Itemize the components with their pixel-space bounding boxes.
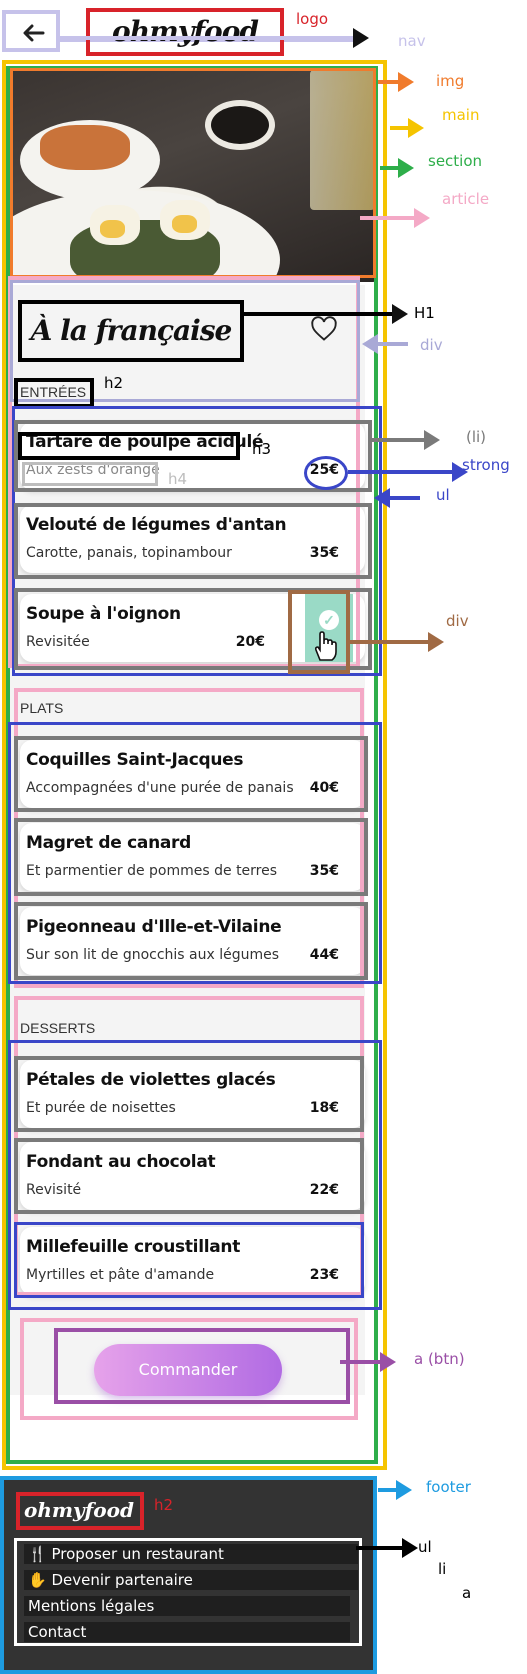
label-div-top: div <box>420 336 443 354</box>
dish-name: Tartare de poulpe acidulé <box>26 432 264 452</box>
dish-card[interactable]: Pigeonneau d'Ille-et-Vilaine Sur son lit… <box>20 907 365 975</box>
section-heading-plats: PLATS <box>20 700 64 716</box>
label-div-check: div <box>446 612 469 630</box>
section-heading-desserts: DESSERTS <box>20 1020 96 1036</box>
section-arrow <box>380 158 414 178</box>
back-button[interactable] <box>12 14 56 52</box>
menu-title: À la française <box>30 314 233 347</box>
label-ul: ul <box>436 486 450 504</box>
order-button[interactable]: Commander <box>94 1344 282 1396</box>
label-li: (li) <box>466 428 487 446</box>
footer-link-label: Proposer un restaurant <box>51 1545 224 1563</box>
dish-description: Et parmentier de pommes de terres <box>26 863 278 879</box>
arrow-left-icon <box>23 24 45 42</box>
label-article: article <box>442 190 490 208</box>
footer-link-contact[interactable]: Contact <box>24 1622 350 1642</box>
dish-card[interactable]: Coquilles Saint-Jacques Accompagnées d'u… <box>20 740 365 808</box>
dish-card[interactable]: Magret de canard Et parmentier de pommes… <box>20 823 365 891</box>
dish-name: Soupe à l'oignon <box>26 604 181 624</box>
h1-arrow <box>244 304 408 324</box>
main-arrow <box>390 118 424 138</box>
footer-arrow <box>378 1480 412 1500</box>
label-strong: strong <box>462 456 510 474</box>
label-section: section <box>428 152 483 170</box>
div-arrow <box>362 334 408 354</box>
hero-image <box>10 70 375 282</box>
label-h2: h2 <box>104 374 124 392</box>
heart-icon[interactable] <box>310 315 338 343</box>
dish-price: 22€ <box>309 1182 339 1198</box>
dish-price: 35€ <box>309 545 339 561</box>
label-footer: footer <box>426 1478 471 1496</box>
dish-card[interactable]: Velouté de légumes d'antan Carotte, pana… <box>20 505 365 573</box>
section-heading-entrees: ENTRÉES <box>20 384 87 400</box>
check-icon: ✓ <box>319 610 339 630</box>
dish-price: 25€ <box>309 462 339 478</box>
label-a-btn: a (btn) <box>414 1350 465 1368</box>
dish-description: Myrtilles et pâte d'amande <box>26 1267 215 1283</box>
dish-card[interactable]: Millefeuille croustillant Myrtilles et p… <box>20 1227 365 1295</box>
dish-description: Revisitée <box>26 634 90 650</box>
header-logo[interactable]: ohmyfood <box>90 12 280 52</box>
handshake-icon: ✋ <box>28 1571 52 1589</box>
utensils-icon: 🍴 <box>28 1545 52 1563</box>
dish-description: Carotte, panais, topinambour <box>26 545 232 561</box>
footer-ul-arrow <box>356 1538 418 1558</box>
strong-arrow <box>348 462 468 482</box>
dish-name: Magret de canard <box>26 833 192 853</box>
footer-link-label: Contact <box>28 1623 87 1641</box>
dish-price: 23€ <box>309 1267 339 1283</box>
dish-name: Coquilles Saint-Jacques <box>26 750 244 770</box>
dish-name: Millefeuille croustillant <box>26 1237 241 1257</box>
dish-card[interactable]: Pétales de violettes glacés Et purée de … <box>20 1060 365 1128</box>
label-footer-ul: ul <box>418 1538 432 1556</box>
label-logo: logo <box>296 10 329 28</box>
ul-arrow <box>374 488 420 508</box>
footer-link-label: Devenir partenaire <box>51 1571 193 1589</box>
dish-description: Et purée de noisettes <box>26 1100 176 1116</box>
dish-price: 18€ <box>309 1100 339 1116</box>
dish-name: Velouté de légumes d'antan <box>26 515 287 535</box>
dish-description: Revisité <box>26 1182 82 1198</box>
footer-link-legal[interactable]: Mentions légales <box>24 1596 350 1616</box>
label-h1: H1 <box>414 304 435 322</box>
label-nav: nav <box>398 32 426 50</box>
dish-name: Fondant au chocolat <box>26 1152 216 1172</box>
footer-link-propose[interactable]: 🍴 Proposer un restaurant <box>24 1544 358 1564</box>
nav-arrow <box>60 28 369 48</box>
dish-description: Sur son lit de gnocchis aux légumes <box>26 947 280 963</box>
dish-price: 44€ <box>309 947 339 963</box>
img-arrow <box>378 72 414 92</box>
div-check-arrow <box>350 632 444 652</box>
dish-description: Accompagnées d'une purée de panais <box>26 780 294 796</box>
footer-link-label: Mentions légales <box>28 1597 155 1615</box>
label-footer-li: li <box>438 1560 447 1578</box>
article-arrow <box>360 208 430 228</box>
label-main: main <box>442 106 480 124</box>
label-h3: h3 <box>252 440 272 458</box>
label-h4: h4 <box>168 470 188 488</box>
dish-card[interactable]: Tartare de poulpe acidulé Aux zests d'or… <box>20 422 365 490</box>
dish-price: 40€ <box>309 780 339 796</box>
footer-logo[interactable]: ohmyfood <box>24 1498 134 1522</box>
dish-description: Aux zests d'orange <box>26 462 160 478</box>
label-footer-h2: h2 <box>154 1496 174 1514</box>
label-img: img <box>436 72 465 90</box>
dish-price: 20€ <box>235 634 265 650</box>
dish-price: 35€ <box>309 863 339 879</box>
pointer-hand-icon <box>314 631 337 661</box>
dish-name: Pétales de violettes glacés <box>26 1070 276 1090</box>
dish-name: Pigeonneau d'Ille-et-Vilaine <box>26 917 282 937</box>
dish-card[interactable]: Fondant au chocolat Revisité 22€ <box>20 1142 365 1210</box>
label-footer-a: a <box>462 1584 472 1602</box>
selected-check-panel[interactable]: ✓ <box>305 594 353 662</box>
a-btn-arrow <box>340 1352 396 1372</box>
li-arrow <box>372 430 440 450</box>
footer-link-partner[interactable]: ✋ Devenir partenaire <box>24 1570 358 1590</box>
